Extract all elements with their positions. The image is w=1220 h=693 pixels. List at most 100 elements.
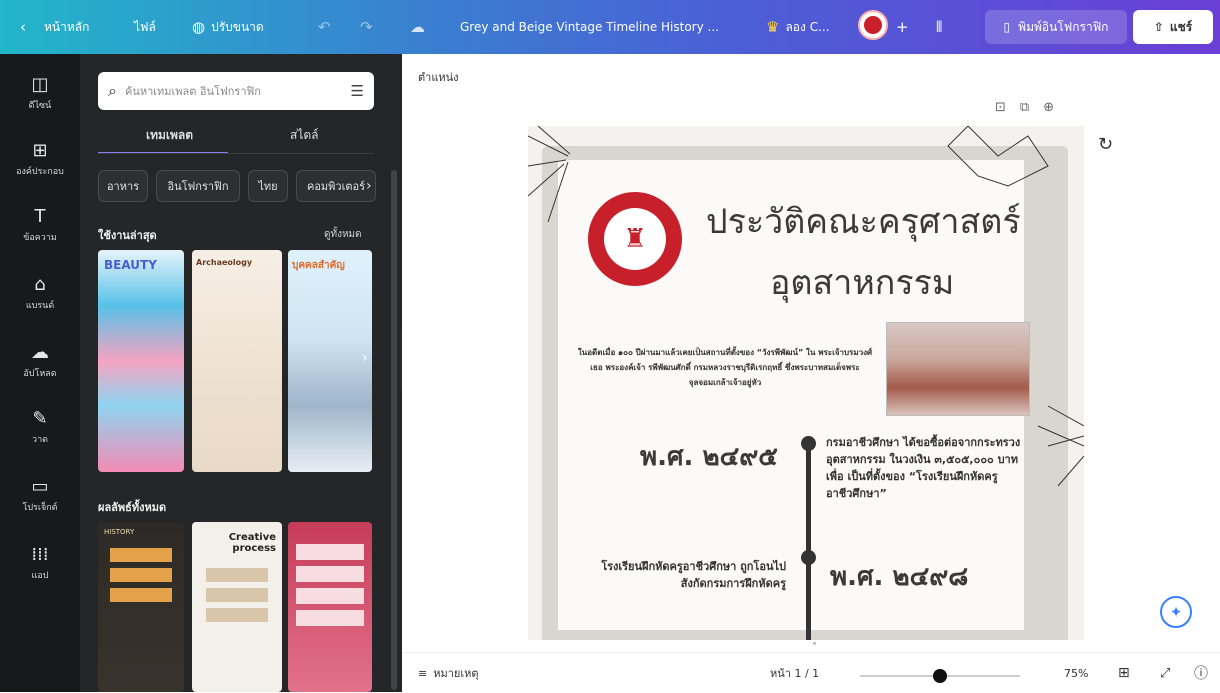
rail-item-text[interactable]: T ข้อความ	[0, 206, 80, 244]
undo-icon[interactable]: ↶	[318, 0, 331, 54]
university-logo[interactable]: ♜	[588, 192, 682, 286]
timeline-dot	[801, 436, 816, 451]
intro-paragraph[interactable]: ในอดีตเมื่อ ๑๐๐ ปีผ่านมาแล้วเคยเป็นสถานท…	[572, 345, 878, 390]
recent-section-title: ใช้งานล่าสุด	[98, 229, 157, 242]
result-template-thumbnail[interactable]	[288, 522, 372, 692]
design-title-line-1[interactable]: ประวัติคณะครุศาสตร์	[706, 194, 1021, 248]
timeline-year-1[interactable]: พ.ศ. ๒๔๙๕	[640, 436, 778, 477]
chips-next-icon[interactable]: ›	[366, 178, 372, 194]
home-button[interactable]: หน้าหลัก	[44, 0, 89, 54]
timeline-dot	[801, 550, 816, 565]
timeline-event-2[interactable]: โรงเรียนฝึกหัดครูอาชีวศึกษา ถูกโอนไปสังก…	[596, 558, 786, 592]
rail-item-elements[interactable]: ⊞ องค์ประกอบ	[0, 140, 80, 178]
notes-button[interactable]: ≡ หมายเหตุ	[418, 653, 479, 693]
try-pro-button[interactable]: ♛ ลอง C...	[766, 0, 830, 54]
top-toolbar: ‹ หน้าหลัก ไฟล์ ◍ ปรับขนาด ↶ ↷ ☁ Grey an…	[0, 0, 1220, 54]
tabs-divider	[98, 153, 374, 154]
layout-icon: ◫	[31, 74, 49, 95]
zoom-slider-handle[interactable]	[933, 669, 947, 683]
notes-label: หมายเหตุ	[433, 667, 479, 680]
timeline-year-2[interactable]: พ.ศ. ๒๔๙๘	[830, 556, 968, 597]
result-template-thumbnail[interactable]: Creative process	[192, 522, 282, 692]
redo-icon[interactable]: ↷	[360, 0, 373, 54]
rail-item-upload[interactable]: ☁ อัปโหลด	[0, 342, 80, 380]
chip-food[interactable]: อาหาร	[98, 170, 148, 202]
thumbnail-title: บุคคลสำคัญ	[292, 260, 345, 271]
tab-styles[interactable]: สไตล์	[290, 126, 319, 145]
thumbnail-title: Creative process	[228, 532, 276, 554]
category-chips: อาหาร อินโฟกราฟิก ไทย คอมพิวเตอร์	[98, 170, 388, 204]
phone-icon: ▯	[1003, 20, 1011, 34]
elements-icon: ⊞	[32, 140, 48, 161]
rail-item-draw[interactable]: ✎ วาด	[0, 408, 80, 446]
brand-icon: ⌂	[34, 274, 46, 295]
share-button[interactable]: ⇧ แชร์	[1133, 10, 1213, 44]
resize-label: ปรับขนาด	[211, 19, 264, 34]
add-collaborator-icon[interactable]: +	[896, 0, 909, 54]
add-page-icon[interactable]: ⊕	[1043, 100, 1054, 115]
recent-template-thumbnail[interactable]: Archaeology	[192, 250, 282, 472]
temple-emblem-icon: ♜	[604, 208, 666, 270]
design-title-line-2[interactable]: อุตสาหกรรม	[770, 255, 954, 309]
position-label[interactable]: ตำแหน่ง	[418, 68, 459, 86]
menu-icon[interactable]: ‹	[20, 0, 26, 54]
rail-item-brand[interactable]: ⌂ แบรนด์	[0, 274, 80, 312]
templates-panel: ⌕ ค้นหาเทมเพลต อินโฟกราฟิก ☰ เทมเพลต สไต…	[80, 54, 402, 692]
tab-templates[interactable]: เทมเพลต	[146, 126, 193, 145]
lock-icon[interactable]: ⊡	[995, 100, 1006, 115]
document-title[interactable]: Grey and Beige Vintage Timeline History …	[460, 0, 719, 54]
crown-icon: ◍	[192, 18, 206, 36]
all-results-title: ผลลัพธ์ทั้งหมด	[98, 501, 167, 514]
panel-scrollbar[interactable]	[391, 170, 397, 690]
magic-assistant-button[interactable]: ✦	[1160, 596, 1192, 628]
crown-icon: ♛	[766, 18, 780, 36]
zoom-value[interactable]: 75%	[1064, 653, 1088, 693]
folder-icon: ▭	[31, 476, 49, 497]
historic-building-photo[interactable]	[886, 322, 1030, 416]
print-infographic-button[interactable]: ▯ พิมพ์อินโฟกราฟิก	[985, 10, 1127, 44]
rail-item-apps[interactable]: ⁞⁞⁞ แอป	[0, 544, 80, 582]
cloud-save-icon[interactable]: ☁	[410, 0, 425, 54]
see-all-link[interactable]: ดูทั้งหมด	[324, 227, 362, 242]
recent-template-thumbnail[interactable]: BEAUTY	[98, 250, 184, 472]
chip-infographic[interactable]: อินโฟกราฟิก	[156, 170, 240, 202]
user-avatar[interactable]	[858, 10, 888, 40]
upload-share-icon: ⇧	[1153, 20, 1164, 34]
carousel-next-icon[interactable]: ›	[362, 350, 368, 366]
timeline-line	[806, 444, 811, 640]
thumbnail-title: BEAUTY	[104, 258, 157, 272]
recent-template-thumbnail[interactable]: บุคคลสำคัญ	[288, 250, 372, 472]
chip-computer[interactable]: คอมพิวเตอร์	[296, 170, 376, 202]
refresh-icon[interactable]: ↻	[1098, 134, 1113, 155]
fullscreen-icon[interactable]: ⤢	[1160, 653, 1170, 693]
text-icon: T	[34, 206, 46, 227]
template-search-box[interactable]: ⌕ ค้นหาเทมเพลต อินโฟกราฟิก ☰	[98, 72, 374, 110]
rail-item-projects[interactable]: ▭ โปรเจ็กต์	[0, 476, 80, 514]
rail-item-design[interactable]: ◫ ดีไซน์	[0, 74, 80, 112]
timeline-event-1[interactable]: กรมอาชีวศึกษา ได้ขอซื้อต่อจากกระทรวงอุตส…	[826, 434, 1036, 502]
notes-icon: ≡	[418, 666, 428, 680]
share-label: แชร์	[1169, 19, 1193, 34]
search-input[interactable]: ค้นหาเทมเพลต อินโฟกราฟิก	[125, 82, 261, 100]
result-template-thumbnail[interactable]: HISTORY	[98, 522, 184, 692]
analytics-icon[interactable]: ⫴	[936, 0, 942, 54]
thumbnail-title: HISTORY	[104, 528, 135, 536]
sparkle-icon: ✦	[1169, 603, 1183, 621]
chip-thai[interactable]: ไทย	[248, 170, 288, 202]
help-icon[interactable]: ⓘ	[1194, 653, 1208, 693]
resize-button[interactable]: ◍ ปรับขนาด	[192, 0, 264, 54]
page-tools: ⊡ ⧉ ⊕	[995, 100, 1054, 115]
draw-icon: ✎	[32, 408, 48, 429]
filter-icon[interactable]: ☰	[351, 82, 364, 100]
panel-tabs: เทมเพลต สไตล์	[98, 126, 374, 154]
duplicate-page-icon[interactable]: ⧉	[1020, 100, 1029, 115]
search-icon: ⌕	[108, 81, 117, 100]
grid-view-icon[interactable]: ⊞	[1118, 653, 1130, 693]
thumbnail-title: Archaeology	[196, 258, 253, 267]
page-indicator[interactable]: หน้า 1 / 1	[770, 653, 819, 693]
try-pro-label: ลอง C...	[785, 19, 830, 34]
file-menu-button[interactable]: ไฟล์	[134, 0, 156, 54]
left-rail: ◫ ดีไซน์ ⊞ องค์ประกอบ T ข้อความ ⌂ แบรนด์ ☁ อั…	[0, 54, 80, 692]
bottom-bar: ≡ หมายเหตุ หน้า 1 / 1 75% ⊞ ⤢ ⓘ	[402, 652, 1220, 693]
apps-icon: ⁞⁞⁞	[31, 544, 49, 565]
